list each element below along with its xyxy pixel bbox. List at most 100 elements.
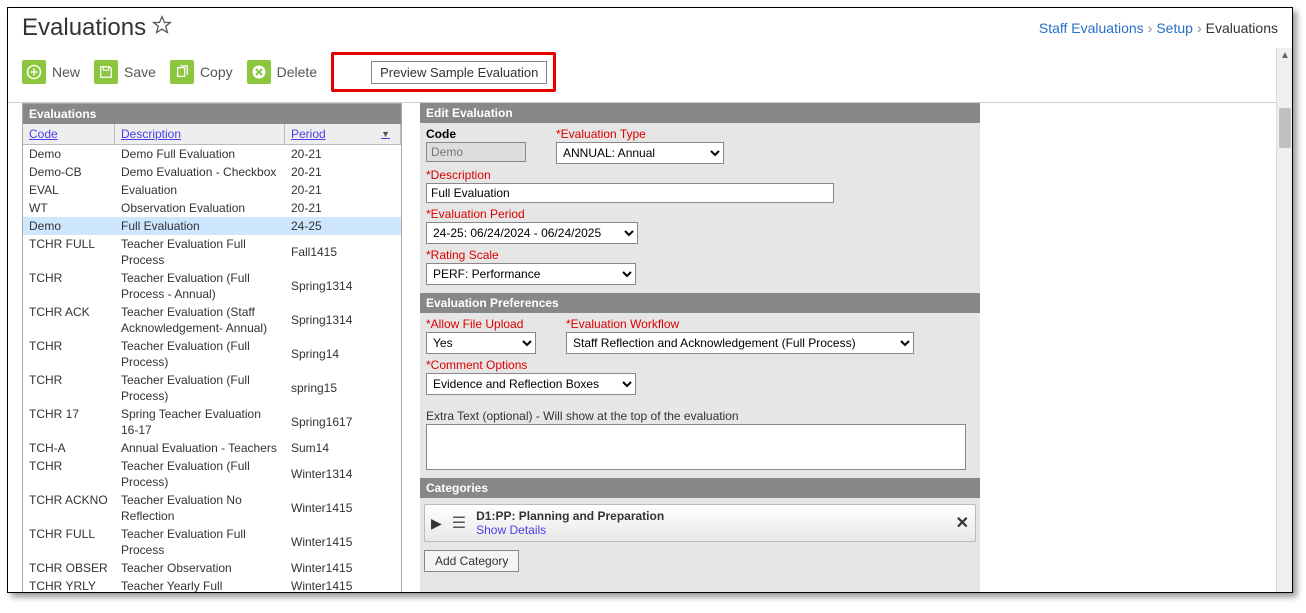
table-row[interactable]: TCHRTeacher Evaluation (Full Process)spr…: [23, 371, 401, 405]
save-icon: [94, 60, 118, 84]
cell-code: TCHR: [23, 457, 115, 491]
table-row[interactable]: WTObservation Evaluation20-21: [23, 199, 401, 217]
cell-description: Evaluation: [115, 181, 285, 199]
scroll-up-icon[interactable]: ▲: [1280, 50, 1290, 61]
add-category-button[interactable]: Add Category: [424, 550, 519, 572]
cell-description: Teacher Evaluation No Reflection: [115, 491, 285, 525]
cell-period: 20-21: [285, 163, 401, 181]
scale-select[interactable]: PERF: Performance: [426, 263, 636, 285]
drag-handle-icon[interactable]: ☰: [452, 513, 466, 533]
app-frame: Evaluations Staff Evaluations › Setup › …: [7, 7, 1293, 593]
cell-period: Spring1314: [285, 303, 401, 337]
table-row[interactable]: DemoFull Evaluation24-25: [23, 217, 401, 235]
cell-description: Teacher Evaluation (Full Process): [115, 457, 285, 491]
table-body: DemoDemo Full Evaluation20-21Demo-CBDemo…: [23, 145, 401, 592]
plus-circle-icon: [22, 60, 46, 84]
cell-period: Spring1617: [285, 405, 401, 439]
copy-button[interactable]: Copy: [170, 60, 233, 84]
comment-label: *Comment Options: [426, 358, 974, 372]
breadcrumb-setup[interactable]: Setup: [1156, 20, 1193, 36]
page-title: Evaluations: [22, 14, 172, 42]
table-row[interactable]: TCH-AAnnual Evaluation - TeachersSum14: [23, 439, 401, 457]
expand-icon[interactable]: ▶: [431, 515, 442, 532]
table-row[interactable]: TCHRTeacher Evaluation (Full Process)Spr…: [23, 337, 401, 371]
table-row[interactable]: EVALEvaluation20-21: [23, 181, 401, 199]
table-row[interactable]: TCHRTeacher Evaluation (Full Process)Win…: [23, 457, 401, 491]
col-description[interactable]: Description: [115, 124, 285, 144]
evaluations-list-header: Evaluations: [23, 104, 401, 124]
cell-description: Teacher Yearly Full: [115, 577, 285, 592]
toolbar: New Save Copy Delete Preview Sample Eval…: [8, 44, 1292, 103]
breadcrumb-staff-evaluations[interactable]: Staff Evaluations: [1039, 20, 1144, 36]
scroll-thumb[interactable]: [1279, 108, 1291, 148]
cell-period: Winter1415: [285, 577, 401, 592]
preview-sample-button[interactable]: Preview Sample Evaluation: [371, 61, 547, 84]
save-button[interactable]: Save: [94, 60, 156, 84]
cell-code: TCHR OBSER: [23, 559, 115, 577]
cell-description: Teacher Evaluation (Full Process - Annua…: [115, 269, 285, 303]
table-row[interactable]: Demo-CBDemo Evaluation - Checkbox20-21: [23, 163, 401, 181]
category-title: D1:PP: Planning and Preparation: [476, 509, 945, 523]
upload-select[interactable]: Yes: [426, 332, 536, 354]
table-row[interactable]: TCHR FULLTeacher Evaluation Full Process…: [23, 235, 401, 269]
cell-description: Teacher Evaluation (Staff Acknowledgemen…: [115, 303, 285, 337]
remove-category-icon[interactable]: ✕: [956, 513, 969, 533]
cell-period: 20-21: [285, 145, 401, 163]
cell-code: TCHR ACK: [23, 303, 115, 337]
new-button[interactable]: New: [22, 60, 80, 84]
favorite-star-icon[interactable]: [152, 14, 172, 42]
cell-code: TCHR 17: [23, 405, 115, 439]
breadcrumb-current: Evaluations: [1206, 20, 1278, 36]
table-row[interactable]: TCHRTeacher Evaluation (Full Process - A…: [23, 269, 401, 303]
cell-description: Full Evaluation: [115, 217, 285, 235]
chevron-right-icon: ›: [1148, 20, 1153, 36]
type-select[interactable]: ANNUAL: Annual: [556, 142, 724, 164]
cell-description: Teacher Evaluation (Full Process): [115, 337, 285, 371]
cell-description: Observation Evaluation: [115, 199, 285, 217]
cell-code: Demo: [23, 145, 115, 163]
cell-code: TCHR ACKNO: [23, 491, 115, 525]
cell-period: Winter1415: [285, 559, 401, 577]
cell-period: Fall1415: [285, 235, 401, 269]
table-row[interactable]: TCHR FULLTeacher Evaluation Full Process…: [23, 525, 401, 559]
cell-code: Demo: [23, 217, 115, 235]
show-details-link[interactable]: Show Details: [476, 523, 945, 537]
type-label: *Evaluation Type: [556, 127, 724, 141]
table-row[interactable]: TCHR OBSERTeacher ObservationWinter1415: [23, 559, 401, 577]
cell-description: Teacher Evaluation Full Process: [115, 525, 285, 559]
table-row[interactable]: TCHR ACKNOTeacher Evaluation No Reflecti…: [23, 491, 401, 525]
cell-code: TCHR FULL: [23, 525, 115, 559]
comment-select[interactable]: Evidence and Reflection Boxes: [426, 373, 636, 395]
sort-caret-icon: ▼: [381, 129, 394, 139]
table-row[interactable]: TCHR YRLYTeacher Yearly FullWinter1415: [23, 577, 401, 592]
extra-text-input[interactable]: [426, 424, 966, 470]
chevron-right-icon: ›: [1197, 20, 1202, 36]
cell-period: Winter1314: [285, 457, 401, 491]
code-input[interactable]: [426, 142, 526, 162]
print-preview-icon[interactable]: [337, 58, 365, 86]
col-code[interactable]: Code: [23, 124, 115, 144]
delete-button[interactable]: Delete: [247, 60, 317, 84]
col-period[interactable]: Period ▼: [285, 124, 401, 144]
cell-description: Teacher Evaluation (Full Process): [115, 371, 285, 405]
table-row[interactable]: DemoDemo Full Evaluation20-21: [23, 145, 401, 163]
extra-text-label: Extra Text (optional) - Will show at the…: [426, 409, 974, 423]
content: Evaluations Code Description Period ▼ De…: [8, 103, 1292, 593]
delete-label: Delete: [277, 64, 317, 80]
cell-code: TCHR: [23, 337, 115, 371]
workflow-label: *Evaluation Workflow: [566, 317, 914, 331]
table-row[interactable]: TCHR 17Spring Teacher Evaluation 16-17Sp…: [23, 405, 401, 439]
vertical-scrollbar[interactable]: ▲: [1276, 48, 1292, 592]
table-row[interactable]: TCHR ACKTeacher Evaluation (Staff Acknow…: [23, 303, 401, 337]
description-input[interactable]: [426, 183, 834, 203]
edit-section: Code *Evaluation Type ANNUAL: Annual *De…: [420, 123, 980, 293]
cell-period: 24-25: [285, 217, 401, 235]
period-select[interactable]: 24-25: 06/24/2024 - 06/24/2025: [426, 222, 638, 244]
workflow-select[interactable]: Staff Reflection and Acknowledgement (Fu…: [566, 332, 914, 354]
breadcrumb: Staff Evaluations › Setup › Evaluations: [1039, 20, 1278, 36]
preferences-header: Evaluation Preferences: [420, 293, 980, 313]
period-label: *Evaluation Period: [426, 207, 974, 221]
copy-icon: [170, 60, 194, 84]
cell-code: TCHR FULL: [23, 235, 115, 269]
cell-code: TCHR YRLY: [23, 577, 115, 592]
